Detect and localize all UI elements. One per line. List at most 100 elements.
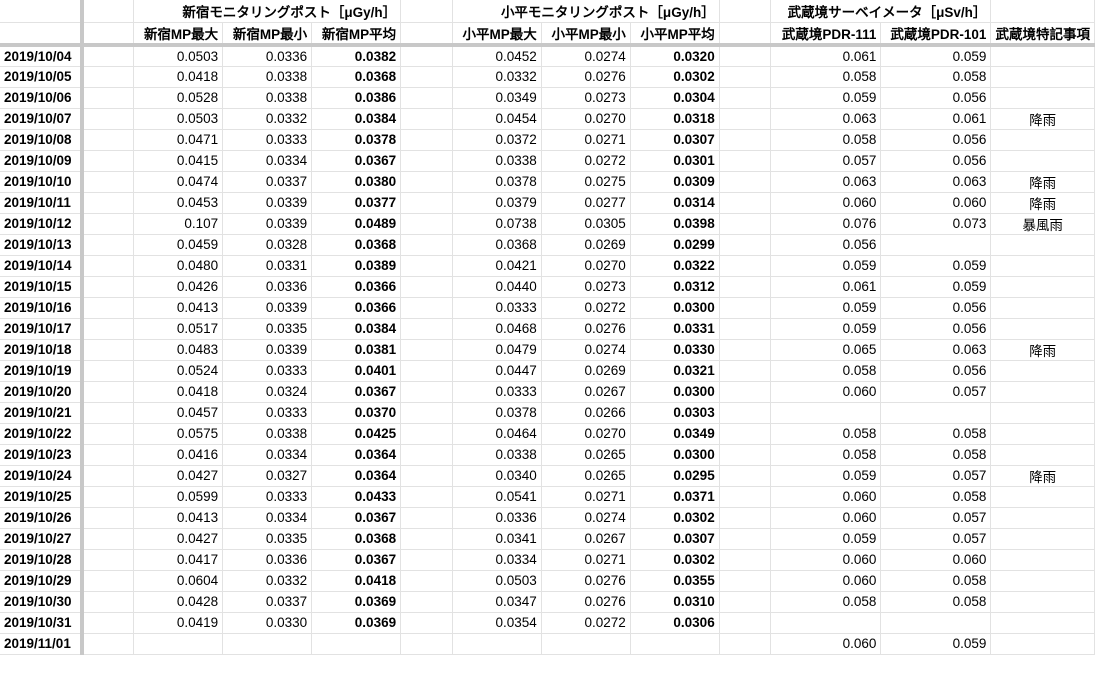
kodaira-avg-cell[interactable]: 0.0307 [630,528,720,550]
pdr111-cell[interactable]: 0.076 [770,213,882,235]
pdr101-cell[interactable]: 0.061 [880,108,992,130]
pdr101-cell[interactable]: 0.056 [880,360,992,382]
date-cell[interactable]: 2019/10/05 [0,66,84,88]
shinjuku-max-cell[interactable]: 0.0517 [133,318,224,340]
shinjuku-avg-cell[interactable]: 0.0433 [311,486,402,508]
pdr111-cell[interactable]: 0.059 [770,87,882,109]
shinjuku-min-cell[interactable]: 0.0334 [222,150,313,172]
shinjuku-min-cell[interactable]: 0.0331 [222,255,313,277]
spacer-cell[interactable] [400,570,453,592]
spacer-cell[interactable] [719,633,772,655]
date-cell[interactable]: 2019/10/25 [0,486,84,508]
shinjuku-min-cell[interactable]: 0.0337 [222,171,313,193]
date-cell[interactable]: 2019/10/20 [0,381,84,403]
kodaira-max-cell[interactable]: 0.0541 [452,486,542,508]
date-cell[interactable]: 2019/10/06 [0,87,84,109]
header-cell[interactable] [81,0,135,23]
spacer-cell[interactable] [400,633,453,655]
kodaira-avg-cell[interactable]: 0.0300 [630,381,720,403]
spacer-cell[interactable] [400,234,453,256]
shinjuku-max-cell[interactable]: 0.0426 [133,276,224,298]
kodaira-min-cell[interactable]: 0.0272 [541,297,631,319]
kodaira-avg-cell[interactable]: 0.0300 [630,297,720,319]
shinjuku-max-cell[interactable]: 0.0413 [133,297,224,319]
date-cell[interactable]: 2019/10/24 [0,465,84,487]
date-cell[interactable]: 2019/10/13 [0,234,84,256]
shinjuku-min-cell[interactable]: 0.0330 [222,612,313,634]
note-cell[interactable] [990,381,1095,403]
kodaira-max-cell[interactable] [452,633,542,655]
shinjuku-avg-cell[interactable]: 0.0401 [311,360,402,382]
pdr111-cell[interactable]: 0.056 [770,234,882,256]
spacer-cell[interactable] [400,591,453,613]
spacer-cell[interactable] [400,255,453,277]
shinjuku-max-cell[interactable]: 0.0417 [133,549,224,571]
kodaira-avg-cell[interactable]: 0.0300 [630,444,720,466]
shinjuku-max-cell[interactable]: 0.0416 [133,444,224,466]
kodaira-max-cell[interactable]: 0.0354 [452,612,542,634]
spacer-cell[interactable] [719,192,772,214]
pdr101-cell[interactable]: 0.059 [880,255,992,277]
spacer-cell[interactable] [719,255,772,277]
pdr101-cell[interactable]: 0.057 [880,507,992,529]
date-cell[interactable]: 2019/10/19 [0,360,84,382]
note-cell[interactable] [990,528,1095,550]
kodaira-max-cell[interactable]: 0.0334 [452,549,542,571]
kodaira-min-cell[interactable]: 0.0267 [541,528,631,550]
group-header-shinjuku[interactable]: 新宿モニタリングポスト［μGy/h］ [133,0,402,23]
shinjuku-avg-cell[interactable]: 0.0367 [311,150,402,172]
pdr111-cell[interactable]: 0.063 [770,171,882,193]
pdr101-cell[interactable]: 0.056 [880,150,992,172]
spacer-cell[interactable] [81,129,135,151]
date-cell[interactable]: 2019/10/08 [0,129,84,151]
spacer-cell[interactable] [81,570,135,592]
spacer-cell[interactable] [81,486,135,508]
shinjuku-avg-cell[interactable]: 0.0380 [311,171,402,193]
kodaira-avg-cell[interactable]: 0.0299 [630,234,720,256]
shinjuku-max-cell[interactable]: 0.0480 [133,255,224,277]
kodaira-min-cell[interactable]: 0.0276 [541,570,631,592]
spacer-cell[interactable] [81,549,135,571]
shinjuku-min-cell[interactable]: 0.0332 [222,570,313,592]
kodaira-avg-cell[interactable]: 0.0301 [630,150,720,172]
pdr111-cell[interactable]: 0.060 [770,381,882,403]
kodaira-avg-cell[interactable]: 0.0306 [630,612,720,634]
date-cell[interactable]: 2019/10/11 [0,192,84,214]
pdr111-cell[interactable]: 0.060 [770,192,882,214]
column-header[interactable]: 武蔵境PDR-101 [880,22,992,47]
shinjuku-avg-cell[interactable]: 0.0366 [311,276,402,298]
date-cell[interactable]: 2019/10/31 [0,612,84,634]
spacer-cell[interactable] [81,633,135,655]
kodaira-avg-cell[interactable]: 0.0310 [630,591,720,613]
note-cell[interactable] [990,402,1095,424]
shinjuku-min-cell[interactable]: 0.0335 [222,528,313,550]
pdr101-cell[interactable]: 0.058 [880,591,992,613]
kodaira-max-cell[interactable]: 0.0372 [452,129,542,151]
kodaira-min-cell[interactable]: 0.0267 [541,381,631,403]
note-cell[interactable] [990,318,1095,340]
kodaira-min-cell[interactable]: 0.0275 [541,171,631,193]
shinjuku-avg-cell[interactable]: 0.0425 [311,423,402,445]
kodaira-min-cell[interactable]: 0.0272 [541,612,631,634]
pdr111-cell[interactable]: 0.059 [770,465,882,487]
kodaira-min-cell[interactable]: 0.0271 [541,549,631,571]
date-cell[interactable]: 2019/10/12 [0,213,84,235]
kodaira-max-cell[interactable]: 0.0421 [452,255,542,277]
spacer-cell[interactable] [81,66,135,88]
shinjuku-avg-cell[interactable]: 0.0367 [311,507,402,529]
spacer-cell[interactable] [719,297,772,319]
shinjuku-max-cell[interactable]: 0.0453 [133,192,224,214]
shinjuku-max-cell[interactable]: 0.0427 [133,528,224,550]
kodaira-max-cell[interactable]: 0.0738 [452,213,542,235]
pdr101-cell[interactable]: 0.058 [880,423,992,445]
kodaira-min-cell[interactable]: 0.0277 [541,192,631,214]
spacer-cell[interactable] [400,465,453,487]
spacer-cell[interactable] [719,87,772,109]
kodaira-min-cell[interactable]: 0.0270 [541,255,631,277]
shinjuku-max-cell[interactable]: 0.0599 [133,486,224,508]
note-cell[interactable] [990,87,1095,109]
spacer-cell[interactable] [400,66,453,88]
kodaira-min-cell[interactable]: 0.0305 [541,213,631,235]
date-cell[interactable]: 2019/10/28 [0,549,84,571]
date-cell[interactable]: 2019/10/26 [0,507,84,529]
